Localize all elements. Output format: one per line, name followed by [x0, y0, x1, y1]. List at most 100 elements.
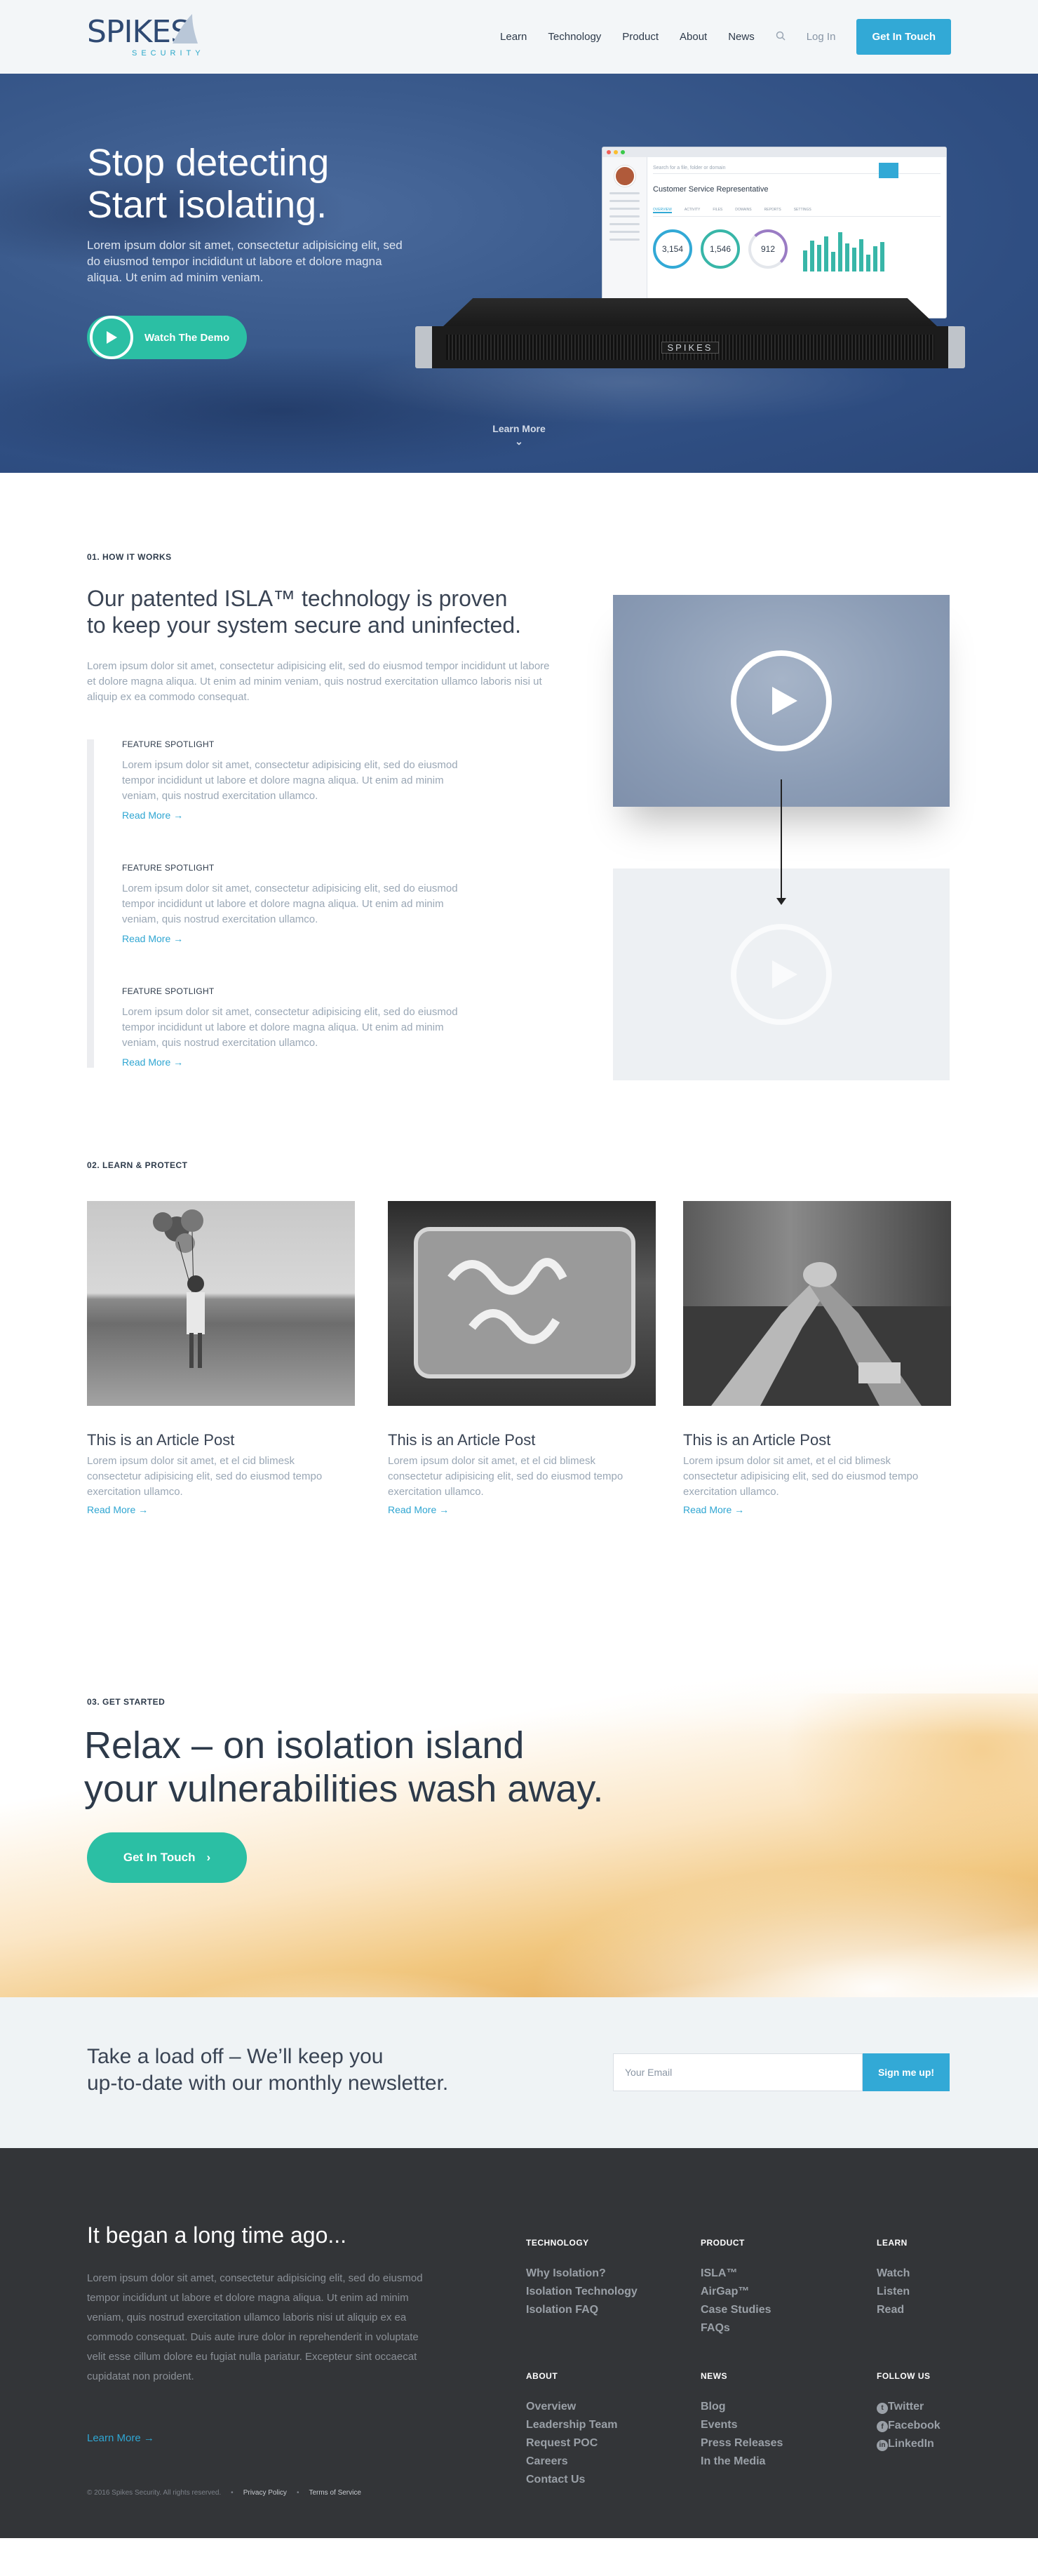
- feature-spotlight: FEATURE SPOTLIGHT Lorem ipsum dolor sit …: [122, 739, 480, 821]
- feature-list: FEATURE SPOTLIGHT Lorem ipsum dolor sit …: [87, 739, 480, 1068]
- section-label: 03. GET STARTED: [87, 1697, 166, 1707]
- play-icon: [731, 650, 832, 751]
- footer-col-heading: TECHNOLOGY: [526, 2238, 589, 2248]
- footer-link[interactable]: Leadership Team: [526, 2419, 617, 2431]
- footer-link[interactable]: Careers: [526, 2455, 617, 2468]
- footer-learn-more-link[interactable]: Learn More →: [87, 2432, 154, 2444]
- watch-demo-button[interactable]: Watch The Demo: [87, 316, 247, 359]
- article-image: [388, 1201, 656, 1406]
- read-more-link[interactable]: Read More →: [683, 1504, 951, 1515]
- article-card[interactable]: This is an Article Post Lorem ipsum dolo…: [683, 1201, 951, 1515]
- get-in-touch-cta-button[interactable]: Get In Touch ›: [87, 1832, 247, 1883]
- article-card[interactable]: This is an Article Post Lorem ipsum dolo…: [388, 1201, 656, 1515]
- linkedin-link[interactable]: in LinkedIn: [877, 2438, 941, 2451]
- footer-col-heading: PRODUCT: [701, 2238, 745, 2248]
- nav-technology[interactable]: Technology: [548, 31, 601, 43]
- facebook-link[interactable]: f Facebook: [877, 2419, 941, 2432]
- mockup-tabs: OVERVIEW ACTIVITY FILES DOMAINS REPORTS SETTI…: [653, 208, 941, 217]
- arrow-connector: [781, 779, 782, 902]
- footer-col-about: ABOUT Overview Leadership Team Request P…: [526, 2371, 617, 2492]
- footer-link[interactable]: Read: [877, 2304, 910, 2316]
- footer-link[interactable]: AirGap™: [701, 2286, 771, 2298]
- video-player[interactable]: [613, 595, 950, 807]
- learn-protect-section: 02. LEARN & PROTECT This is an Article P…: [0, 1139, 1038, 1553]
- mockup-bar-chart: [803, 227, 884, 271]
- how-title-line2: to keep your system secure and uninfecte…: [87, 612, 522, 638]
- feature-spotlight: FEATURE SPOTLIGHT Lorem ipsum dolor sit …: [122, 986, 480, 1068]
- footer-link[interactable]: In the Media: [701, 2455, 783, 2468]
- nav-learn[interactable]: Learn: [500, 31, 527, 43]
- footer-col-product: PRODUCT ISLA™ AirGap™ Case Studies FAQs: [701, 2238, 771, 2340]
- footer-link[interactable]: Listen: [877, 2286, 910, 2298]
- feature-text: Lorem ipsum dolor sit amet, consectetur …: [122, 1006, 458, 1049]
- feature-heading: FEATURE SPOTLIGHT: [122, 986, 215, 996]
- feature-spotlight: FEATURE SPOTLIGHT Lorem ipsum dolor sit …: [122, 863, 480, 944]
- feature-text: Lorem ipsum dolor sit amet, consectetur …: [122, 759, 458, 802]
- login-link[interactable]: Log In: [807, 31, 836, 43]
- footer-link[interactable]: Why Isolation?: [526, 2267, 638, 2280]
- footer-link[interactable]: Case Studies: [701, 2304, 771, 2316]
- dashboard-mockup: Search for a file, folder or domain Cust…: [602, 147, 947, 318]
- article-card[interactable]: This is an Article Post Lorem ipsum dolo…: [87, 1201, 355, 1515]
- read-more-link[interactable]: Read More →: [122, 810, 480, 821]
- get-started-title-line2: your vulnerabilities wash away.: [84, 1768, 604, 1810]
- mockup-title: Customer Service Representative: [653, 185, 769, 194]
- footer-link[interactable]: Isolation Technology: [526, 2286, 638, 2298]
- footer-link[interactable]: Watch: [877, 2267, 910, 2280]
- how-title: Our patented ISLA™ technology is proven …: [87, 585, 578, 638]
- hero-subtitle: Lorem ipsum dolor sit amet, consectetur …: [87, 239, 403, 284]
- learn-more-link[interactable]: Learn More ⌄: [0, 423, 1038, 448]
- footer-link[interactable]: Blog: [701, 2401, 783, 2413]
- terms-link[interactable]: Terms of Service: [309, 2489, 360, 2497]
- main-nav: Learn Technology Product About News Log …: [500, 19, 951, 55]
- footer-link[interactable]: FAQs: [701, 2322, 771, 2335]
- read-more-link[interactable]: Read More →: [87, 1504, 355, 1515]
- facebook-label: Facebook: [888, 2419, 941, 2431]
- email-field[interactable]: Your Email: [613, 2053, 863, 2091]
- browser-bar: [602, 147, 946, 157]
- read-more-link[interactable]: Read More →: [122, 1056, 480, 1068]
- sign-up-button[interactable]: Sign me up!: [863, 2053, 950, 2091]
- article-title: This is an Article Post: [388, 1431, 536, 1449]
- twitter-link[interactable]: t Twitter: [877, 2401, 941, 2414]
- mockup-stats: 3,154 1,546 912: [653, 227, 941, 271]
- footer-link[interactable]: Events: [701, 2419, 783, 2431]
- newsletter-section: Take a load off – We’ll keep you up-to-d…: [0, 1997, 1038, 2148]
- arrow-down-icon: [776, 898, 786, 905]
- feature-text: Lorem ipsum dolor sit amet, consectetur …: [122, 883, 458, 925]
- article-excerpt: Lorem ipsum dolor sit amet, et el cid bl…: [683, 1455, 919, 1498]
- footer-link[interactable]: Request POC: [526, 2437, 617, 2450]
- copyright: © 2016 Spikes Security. All rights reser…: [87, 2489, 222, 2497]
- footer-link[interactable]: Isolation FAQ: [526, 2304, 638, 2316]
- footer-link[interactable]: Contact Us: [526, 2474, 617, 2486]
- read-more-link[interactable]: Read More →: [122, 933, 480, 944]
- footer-col-heading: ABOUT: [526, 2371, 558, 2381]
- logo-subtext: SECURITY: [132, 48, 205, 58]
- footer-col-heading: FOLLOW US: [877, 2371, 931, 2381]
- nav-about[interactable]: About: [680, 31, 707, 43]
- nav-product[interactable]: Product: [622, 31, 659, 43]
- twitter-label: Twitter: [888, 2401, 924, 2413]
- legal-bar: © 2016 Spikes Security. All rights reser…: [87, 2489, 361, 2497]
- site-footer: It began a long time ago... Lorem ipsum …: [0, 2148, 1038, 2538]
- get-in-touch-button[interactable]: Get In Touch: [856, 19, 951, 55]
- hero: Stop detecting Start isolating. Lorem ip…: [0, 74, 1038, 473]
- search-icon[interactable]: [776, 31, 786, 43]
- hero-title: Stop detecting Start isolating.: [87, 142, 329, 226]
- footer-link[interactable]: Overview: [526, 2401, 617, 2413]
- read-more-link[interactable]: Read More →: [388, 1504, 656, 1515]
- footer-link[interactable]: ISLA™: [701, 2267, 771, 2280]
- server-label: SPIKES: [661, 341, 720, 354]
- play-icon: [90, 316, 133, 359]
- newsletter-title: Take a load off – We’ll keep you up-to-d…: [87, 2044, 448, 2097]
- nav-news[interactable]: News: [728, 31, 755, 43]
- site-header: SPIKES SECURITY Learn Technology Product…: [0, 0, 1038, 74]
- article-image: [683, 1201, 951, 1406]
- logo[interactable]: SPIKES SECURITY: [87, 13, 213, 58]
- footer-title: It began a long time ago...: [87, 2222, 347, 2248]
- footer-link[interactable]: Press Releases: [701, 2437, 783, 2450]
- article-title: This is an Article Post: [683, 1431, 831, 1449]
- feature-heading: FEATURE SPOTLIGHT: [122, 863, 215, 873]
- privacy-link[interactable]: Privacy Policy: [243, 2489, 287, 2497]
- facebook-icon: f: [877, 2421, 888, 2432]
